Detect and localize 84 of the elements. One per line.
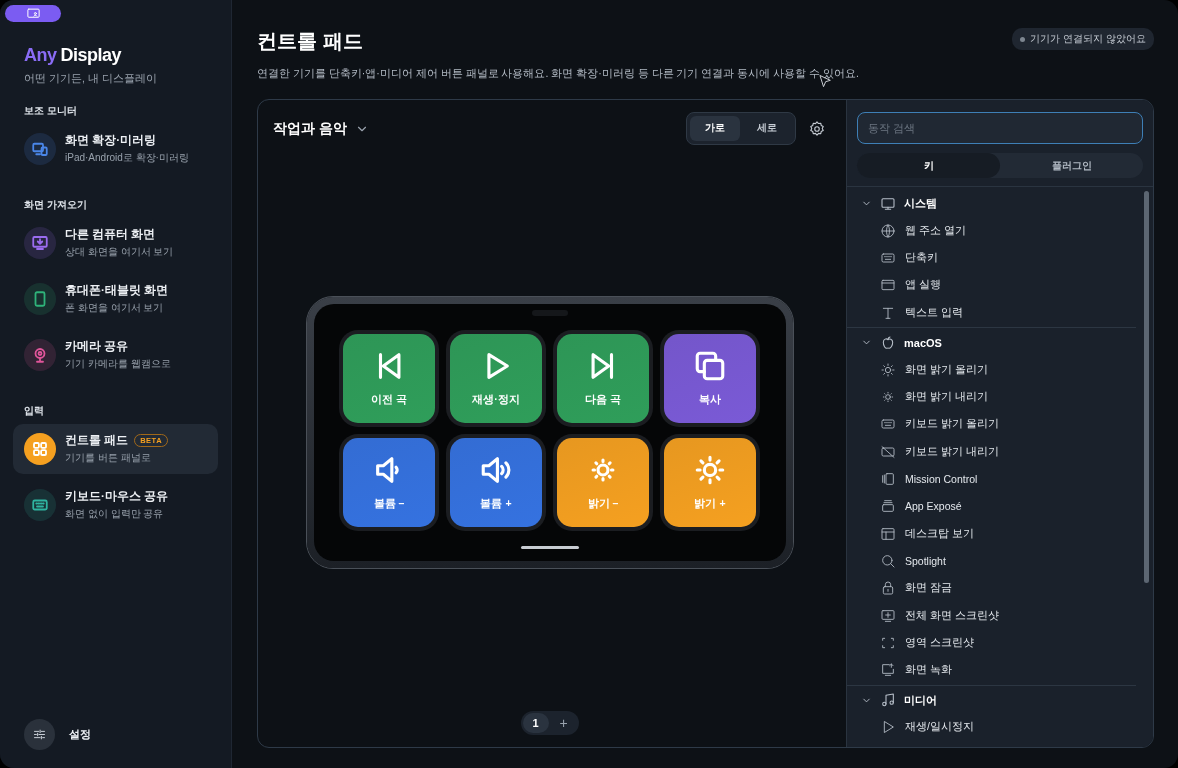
music-note-icon [880, 692, 896, 709]
tagline: 어떤 기기든, 내 디스플레이 [24, 72, 158, 86]
settings-button[interactable] [24, 719, 55, 750]
group-header[interactable]: 미디어 [861, 686, 1136, 714]
action-item[interactable]: 화면 녹화 [861, 656, 1136, 684]
item-subtitle: 폰 화면을 여기서 보기 [65, 301, 165, 315]
item-subtitle: 상대 화면을 여기서 보기 [65, 245, 174, 259]
grid-icon [31, 440, 49, 458]
action-item[interactable]: Spotlight [861, 547, 1136, 575]
item-title: 휴대폰·태블릿 화면 [65, 283, 169, 298]
sun-icon [880, 361, 896, 378]
pad-key[interactable]: 볼륨 – [343, 437, 435, 527]
search-icon [880, 552, 896, 569]
item-title: 키보드·마우스 공유 [65, 489, 169, 504]
action-item[interactable]: 화면 밝기 내리기 [861, 383, 1136, 411]
sliders-icon [32, 727, 47, 742]
page-title: 컨트롤 패드 [257, 29, 364, 54]
item-title: 컨트롤 패드 [65, 433, 129, 448]
tab[interactable]: 플러그인 [1000, 153, 1143, 178]
layout-icon [880, 525, 896, 542]
item-subtitle: iPad·Android로 확장·미러링 [65, 151, 189, 165]
search-field[interactable]: 동작 검색 [857, 112, 1143, 144]
pad-key[interactable]: 복사 [664, 333, 756, 423]
action-item[interactable]: 웹 주소 열기 [861, 217, 1136, 245]
settings-icon[interactable] [808, 119, 826, 138]
connection-status: 기기가 연결되지 않았어요 [1012, 28, 1154, 50]
sidebar-item[interactable]: 화면 확장·미러링 iPad·Android로 확장·미러링 [13, 124, 218, 174]
group-header[interactable]: 시스템 [861, 190, 1136, 217]
action-item[interactable]: 단축키 [861, 244, 1136, 272]
item-subtitle: 화면 없이 입력만 공유 [65, 507, 165, 521]
action-item[interactable]: 화면 잠금 [861, 574, 1136, 602]
globe-icon [880, 222, 896, 239]
sidebar-item[interactable]: 키보드·마우스 공유 화면 없이 입력만 공유 [13, 480, 218, 530]
logo-text: Display [60, 45, 122, 65]
item-title: 카메라 공유 [65, 339, 129, 354]
brightness-up-icon [693, 453, 727, 487]
section-heading: 화면 가져오기 [24, 198, 88, 212]
copy-icon [693, 349, 727, 383]
lock-icon [880, 580, 896, 597]
page-tab[interactable]: 1 [522, 713, 549, 733]
section-heading: 보조 모니터 [24, 104, 78, 118]
item-subtitle: 기기를 버튼 패널로 [65, 451, 152, 465]
item-title: 화면 확장·미러링 [65, 133, 157, 148]
tab[interactable]: 키 [857, 153, 1000, 178]
sidebar-item[interactable]: 휴대폰·태블릿 화면 폰 화면을 여기서 보기 [13, 274, 218, 324]
home-indicator [520, 545, 579, 549]
orientation-tab[interactable]: 세로 [742, 116, 792, 141]
item-title: 다른 컴퓨터 화면 [65, 227, 156, 242]
action-item[interactable]: 화면 밝기 올리기 [861, 356, 1136, 384]
keyboard-off-icon [880, 443, 896, 460]
scrollbar[interactable] [1144, 191, 1149, 583]
pad-key[interactable]: 다음 곡 [557, 333, 649, 423]
action-item[interactable]: 앱 실행 [861, 271, 1136, 299]
windows-stack-icon [880, 471, 896, 487]
monitor-icon [880, 195, 896, 212]
action-item[interactable]: 전체 화면 스크린샷 [861, 601, 1136, 630]
page-description: 연결한 기기를 단축키·앱·미디어 제어 버튼 패널로 사용해요. 화면 확장·미러링 등 다른 기기 연결과 동시에 사용할 수 있어요. [257, 67, 859, 81]
orientation-tab[interactable]: 가로 [690, 116, 740, 141]
item-subtitle: 기기 카메라를 웹캠으로 [65, 357, 171, 371]
sidebar-item[interactable]: 다른 컴퓨터 화면 상대 화면을 여기서 보기 [13, 218, 218, 268]
pad-key[interactable]: 재생·정지 [450, 333, 542, 423]
display-user-icon [25, 6, 41, 21]
sidebar-item[interactable]: 카메라 공유 기기 카메라를 웹캠으로 [13, 330, 218, 380]
pad-key[interactable]: 이전 곡 [343, 333, 435, 423]
stacked-windows-icon [880, 498, 896, 515]
action-item[interactable]: 재생/일시정지 [861, 713, 1136, 742]
action-item[interactable]: 키보드 밝기 올리기 [861, 410, 1136, 439]
screenshot-icon [880, 607, 896, 624]
settings-label: 설정 [69, 727, 91, 742]
action-item[interactable]: 데스크탑 보기 [861, 519, 1136, 548]
group-header[interactable]: macOS [861, 329, 1136, 357]
action-item[interactable]: 텍스트 입력 [861, 298, 1136, 327]
action-item[interactable]: Mission Control [861, 465, 1136, 493]
action-item[interactable]: 영역 스크린샷 [861, 629, 1136, 657]
screen-record-icon [880, 662, 896, 679]
pad-key[interactable]: 볼륨 + [450, 437, 542, 527]
action-item[interactable]: 키보드 밝기 내리기 [861, 438, 1136, 466]
section-heading: 입력 [24, 404, 45, 418]
action-item[interactable]: App Exposé [861, 492, 1136, 520]
add-page-button[interactable]: + [550, 713, 577, 733]
apple-icon [880, 334, 896, 351]
display-toggle-button[interactable] [5, 5, 61, 22]
profile-dropdown[interactable]: 작업과 음악 [273, 119, 686, 138]
logo-accent: Any [24, 45, 57, 65]
